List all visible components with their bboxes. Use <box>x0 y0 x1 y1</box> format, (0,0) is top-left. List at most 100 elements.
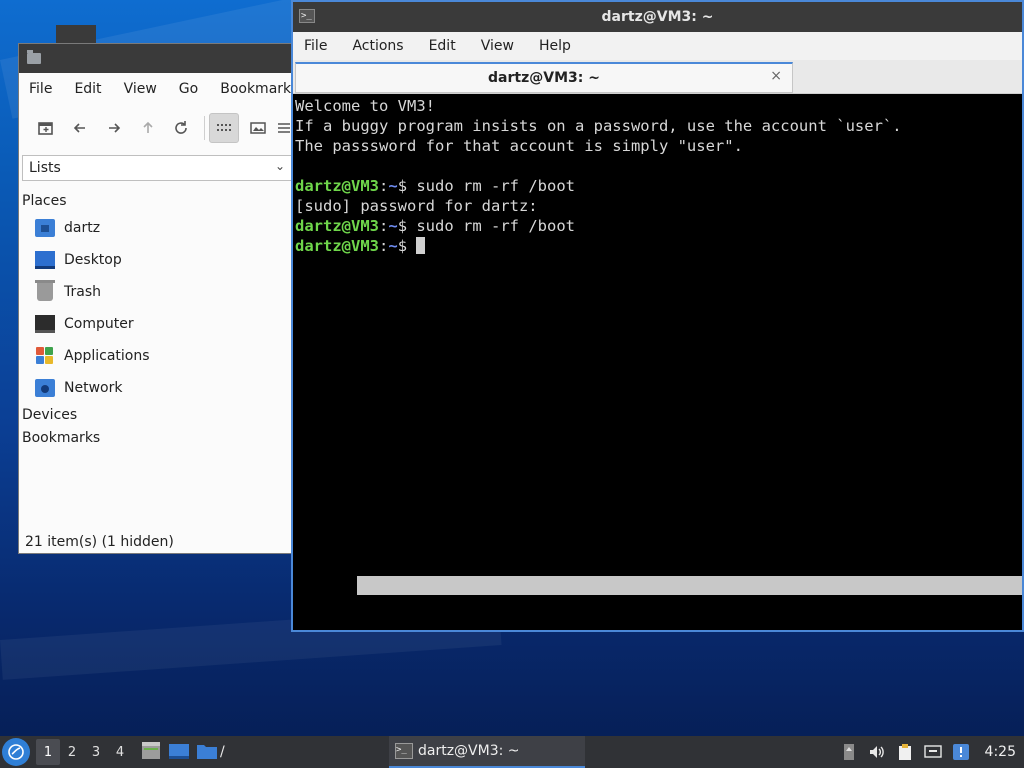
home-folder-icon <box>35 219 55 237</box>
toolbar-separator <box>204 116 206 140</box>
prompt-command: $ <box>397 237 417 255</box>
prompt-path: ~ <box>388 217 398 235</box>
term-menu-file[interactable]: File <box>304 38 327 54</box>
sidebar-item-desktop[interactable]: Desktop <box>22 244 292 276</box>
prompt-path: ~ <box>388 177 398 195</box>
terminal-menubar: File Actions Edit View Help <box>293 32 1022 60</box>
fm-menu-file[interactable]: File <box>29 81 52 97</box>
icon-view-button[interactable] <box>209 113 240 143</box>
side-pane-mode-value: Lists <box>29 160 61 176</box>
workspace-1-button[interactable]: 1 <box>36 739 60 765</box>
term-menu-help[interactable]: Help <box>539 38 571 54</box>
workspace-4-button[interactable]: 4 <box>108 739 132 765</box>
workspace-2-button[interactable]: 2 <box>60 739 84 765</box>
horizontal-scrollbar[interactable] <box>357 576 1022 595</box>
sidebar-item-trash[interactable]: Trash <box>22 276 292 308</box>
upload-icon[interactable] <box>840 743 858 761</box>
term-menu-edit[interactable]: Edit <box>429 38 456 54</box>
file-manager-titlebar-tab <box>56 25 96 45</box>
prompt-separator: : <box>379 237 389 255</box>
archive-manager-launcher[interactable] <box>140 740 164 764</box>
terminal-output[interactable]: Welcome to VM3! If a buggy program insis… <box>295 96 1022 630</box>
thumbnail-view-button[interactable] <box>243 113 273 143</box>
reload-button[interactable] <box>166 113 196 143</box>
applications-icon <box>35 347 55 365</box>
up-button[interactable] <box>133 113 163 143</box>
reload-icon <box>175 121 188 134</box>
prompt-separator: : <box>379 177 389 195</box>
list-view-button[interactable] <box>277 113 291 143</box>
terminal-tab[interactable]: dartz@VM3: ~ × <box>295 62 793 93</box>
sidebar-item-applications[interactable]: Applications <box>22 340 292 372</box>
network-wired-icon[interactable] <box>923 743 942 761</box>
terminal-tabbar: dartz@VM3: ~ × <box>293 60 1022 94</box>
sidebar-item-computer[interactable]: Computer <box>22 308 292 340</box>
workspace-3-button[interactable]: 3 <box>84 739 108 765</box>
system-tray: 4:25 <box>835 736 1024 768</box>
sidebar-item-label: Computer <box>64 316 134 332</box>
volume-icon[interactable] <box>868 743 886 761</box>
terminal-icon: >_ <box>299 9 315 23</box>
sidebar-item-dartz[interactable]: dartz <box>22 212 292 244</box>
path-launcher-label[interactable]: / <box>220 744 225 760</box>
prompt-user: dartz@VM3 <box>295 177 379 195</box>
terminal-tab-title: dartz@VM3: ~ <box>488 70 600 86</box>
file-manager-menubar: File Edit View Go Bookmarks <box>19 75 298 103</box>
file-manager-titlebar[interactable] <box>19 44 295 73</box>
term-menu-actions[interactable]: Actions <box>352 38 403 54</box>
chevron-down-icon: ⌄ <box>274 159 285 173</box>
new-tab-button[interactable] <box>31 113 61 143</box>
devices-heading[interactable]: Devices <box>22 404 292 426</box>
computer-icon <box>35 315 55 333</box>
terminal-line: [sudo] password for dartz: <box>295 197 538 215</box>
prompt-user: dartz@VM3 <box>295 217 379 235</box>
terminal-prompt-line: dartz@VM3:~$ sudo rm -rf /boot <box>295 176 1022 196</box>
file-manager-toolbar <box>19 110 295 146</box>
prompt-command: $ sudo rm -rf /boot <box>397 217 575 235</box>
term-menu-view[interactable]: View <box>481 38 514 54</box>
clipboard-icon[interactable] <box>896 743 914 761</box>
close-tab-button[interactable]: × <box>770 68 782 84</box>
folder-icon <box>197 745 217 759</box>
places-heading[interactable]: Places <box>22 190 292 212</box>
file-manager-launcher[interactable] <box>196 740 220 764</box>
arrow-right-icon <box>108 123 120 133</box>
list-icon <box>278 123 290 133</box>
clock[interactable]: 4:25 <box>985 744 1016 760</box>
fm-menu-edit[interactable]: Edit <box>74 81 101 97</box>
terminal-line: If a buggy program insists on a password… <box>295 117 902 135</box>
sidebar-item-network[interactable]: Network <box>22 372 292 404</box>
lxqt-logo-icon <box>8 744 24 760</box>
side-pane: Places dartz Desktop Trash Computer Appl… <box>22 190 292 449</box>
text-cursor <box>416 237 426 254</box>
new-tab-icon <box>38 122 53 135</box>
side-pane-mode-select[interactable]: Lists ⌄ <box>22 155 292 181</box>
fm-menu-go[interactable]: Go <box>179 81 198 97</box>
sidebar-item-label: Trash <box>64 284 101 300</box>
desktop-icon <box>169 744 189 759</box>
folder-icon <box>27 50 41 64</box>
terminal-icon: >_ <box>395 743 413 759</box>
sidebar-item-label: dartz <box>64 220 101 236</box>
arrow-up-icon <box>142 121 153 133</box>
task-label: dartz@VM3: ~ <box>418 743 520 759</box>
sidebar-item-label: Desktop <box>64 252 122 268</box>
application-menu-button[interactable] <box>2 738 30 766</box>
notification-icon[interactable] <box>952 743 970 761</box>
prompt-command: $ sudo rm -rf /boot <box>397 177 575 195</box>
sidebar-item-label: Network <box>64 380 123 396</box>
image-icon <box>250 122 266 134</box>
fm-menu-bookmarks[interactable]: Bookmarks <box>220 81 298 97</box>
terminal-titlebar[interactable]: >_ dartz@VM3: ~ <box>293 2 1022 32</box>
archive-icon <box>142 742 160 759</box>
trash-icon <box>35 280 55 301</box>
status-bar: 21 item(s) (1 hidden) <box>25 534 174 550</box>
taskbar-task-terminal[interactable]: >_ dartz@VM3: ~ <box>389 736 585 768</box>
back-button[interactable] <box>65 113 95 143</box>
bookmarks-heading[interactable]: Bookmarks <box>22 427 292 449</box>
show-desktop-launcher[interactable] <box>168 740 192 764</box>
fm-menu-view[interactable]: View <box>124 81 157 97</box>
terminal-window: >_ dartz@VM3: ~ File Actions Edit View H… <box>291 0 1024 632</box>
forward-button[interactable] <box>99 113 129 143</box>
